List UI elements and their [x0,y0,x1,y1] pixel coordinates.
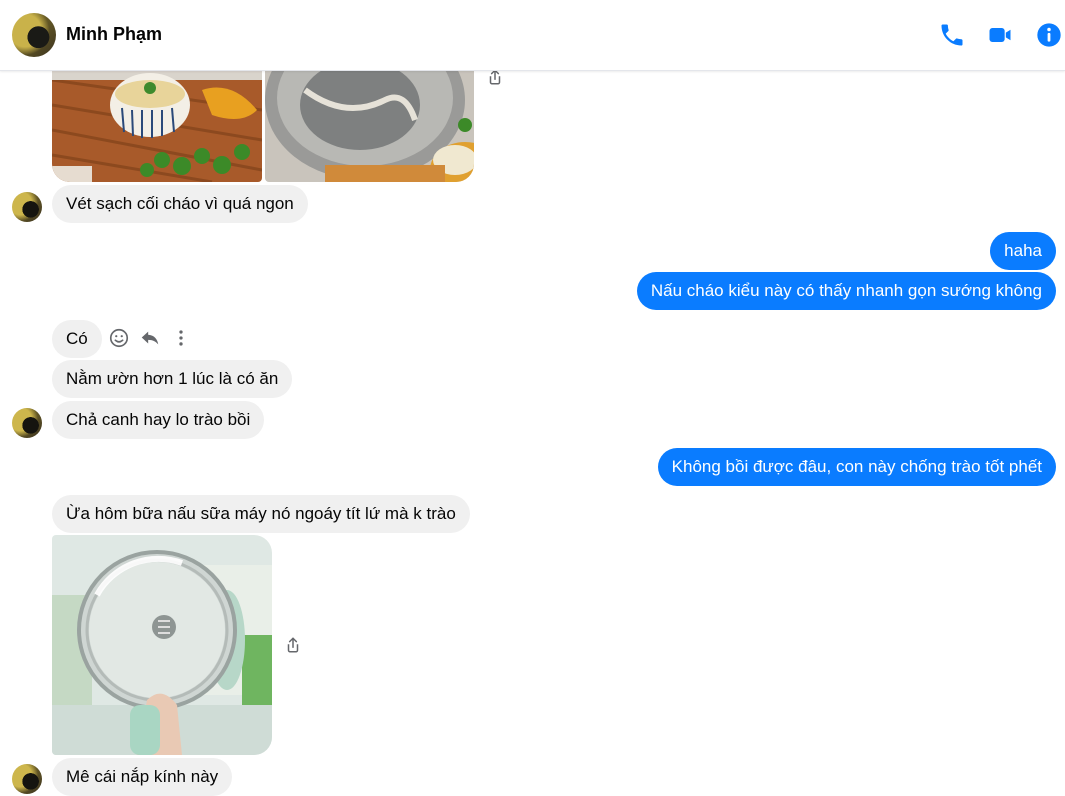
conversation-header: Minh Phạm [0,0,1065,71]
message-bubble[interactable]: Nằm ườn hơn 1 lúc là có ăn [52,360,293,398]
phone-icon[interactable] [938,21,966,49]
video-camera-icon[interactable] [986,21,1014,49]
info-icon[interactable] [1035,21,1063,49]
contact-avatar-small[interactable] [12,408,42,438]
smiley-icon[interactable] [108,327,130,349]
more-options-icon[interactable] [170,327,192,349]
message-bubble-outgoing[interactable]: Nấu cháo kiểu này có thấy nhanh gọn sướn… [636,272,1056,310]
message-bubble[interactable]: Vét sạch cối cháo vì quá ngon [52,185,308,223]
contact-avatar-small[interactable] [12,192,42,222]
message-bubble[interactable]: Ừa hôm bữa nấu sữa máy nó ngoáy tít lứ m… [52,495,470,533]
contact-avatar[interactable] [12,13,56,57]
share-icon[interactable] [284,636,302,654]
message-bubble[interactable]: Chả canh hay lo trào bồi [52,401,265,439]
porridge-photo-2[interactable] [265,70,474,182]
contact-avatar-small[interactable] [12,764,42,794]
message-bubble-outgoing[interactable]: haha [990,232,1056,270]
message-bubble-outgoing[interactable]: Không bồi được đâu, con này chống trào t… [657,448,1056,486]
message-bubble[interactable]: Có [52,320,102,358]
contact-name[interactable]: Minh Phạm [66,24,162,45]
reply-icon[interactable] [139,327,161,349]
message-bubble[interactable]: Mê cái nắp kính này [52,758,233,796]
porridge-photo-1[interactable] [52,70,262,182]
glass-lid-photo[interactable] [52,535,272,755]
